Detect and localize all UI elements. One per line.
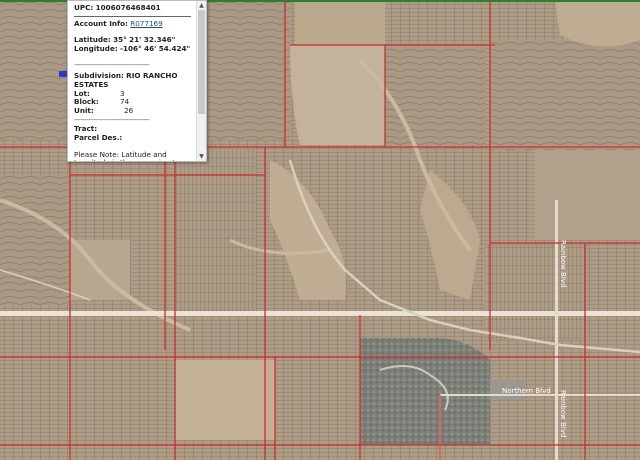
road-label-rainbow-north: Rainbow Blvd bbox=[559, 240, 567, 287]
lot-value: 3 bbox=[120, 88, 125, 98]
dash-divider-2: ------------------------------------ bbox=[74, 116, 150, 125]
scroll-thumb[interactable] bbox=[198, 10, 205, 114]
subdivision-row: Subdivision: RIO RANCHO ESTATES bbox=[74, 72, 191, 89]
account-label: Account Info: bbox=[74, 18, 128, 28]
unit-label: Unit: bbox=[74, 105, 94, 115]
unit-row: Unit: 26 bbox=[74, 105, 191, 116]
scroll-up-icon[interactable]: ▲ bbox=[197, 1, 206, 10]
road-label-rainbow-south: Rainbow Blvd bbox=[559, 390, 567, 437]
parcel-map[interactable]: Rainbow Blvd Northern Blvd Rainbow Blvd … bbox=[0, 0, 640, 460]
coordinates-note: Please Note: Latitude and Longitude is t… bbox=[74, 149, 180, 161]
account-link[interactable]: R077169 bbox=[130, 19, 162, 28]
parcel-des-label: Parcel Des.: bbox=[74, 132, 123, 142]
road-label-northern: Northern Blvd bbox=[502, 387, 551, 395]
upc-row: UPC: 1006076468401 bbox=[74, 3, 191, 13]
upc-value: 1006076468401 bbox=[95, 3, 161, 12]
longitude-row: Longitude: -106° 46' 54.424" bbox=[74, 43, 191, 54]
account-row: Account Info: R077169 bbox=[74, 18, 191, 29]
upc-label: UPC: bbox=[74, 3, 94, 12]
popup-content: UPC: 1006076468401 Account Info: R077169… bbox=[68, 1, 196, 161]
block-value: 74 bbox=[120, 97, 130, 107]
parcel-marker-icon[interactable] bbox=[59, 71, 67, 77]
parcel-des-row: Parcel Des.: bbox=[74, 132, 191, 143]
popup-divider bbox=[74, 15, 191, 17]
unit-value: 26 bbox=[124, 105, 134, 115]
popup-scrollbar[interactable]: ▲ ▼ bbox=[196, 1, 206, 161]
parcel-info-popup: UPC: 1006076468401 Account Info: R077169… bbox=[67, 0, 207, 162]
longitude-label: Longitude: bbox=[74, 43, 118, 53]
longitude-value: -106° 46' 54.424" bbox=[120, 43, 191, 53]
dash-divider: ------------------------------------ bbox=[74, 61, 150, 70]
scroll-down-icon[interactable]: ▼ bbox=[197, 152, 206, 161]
